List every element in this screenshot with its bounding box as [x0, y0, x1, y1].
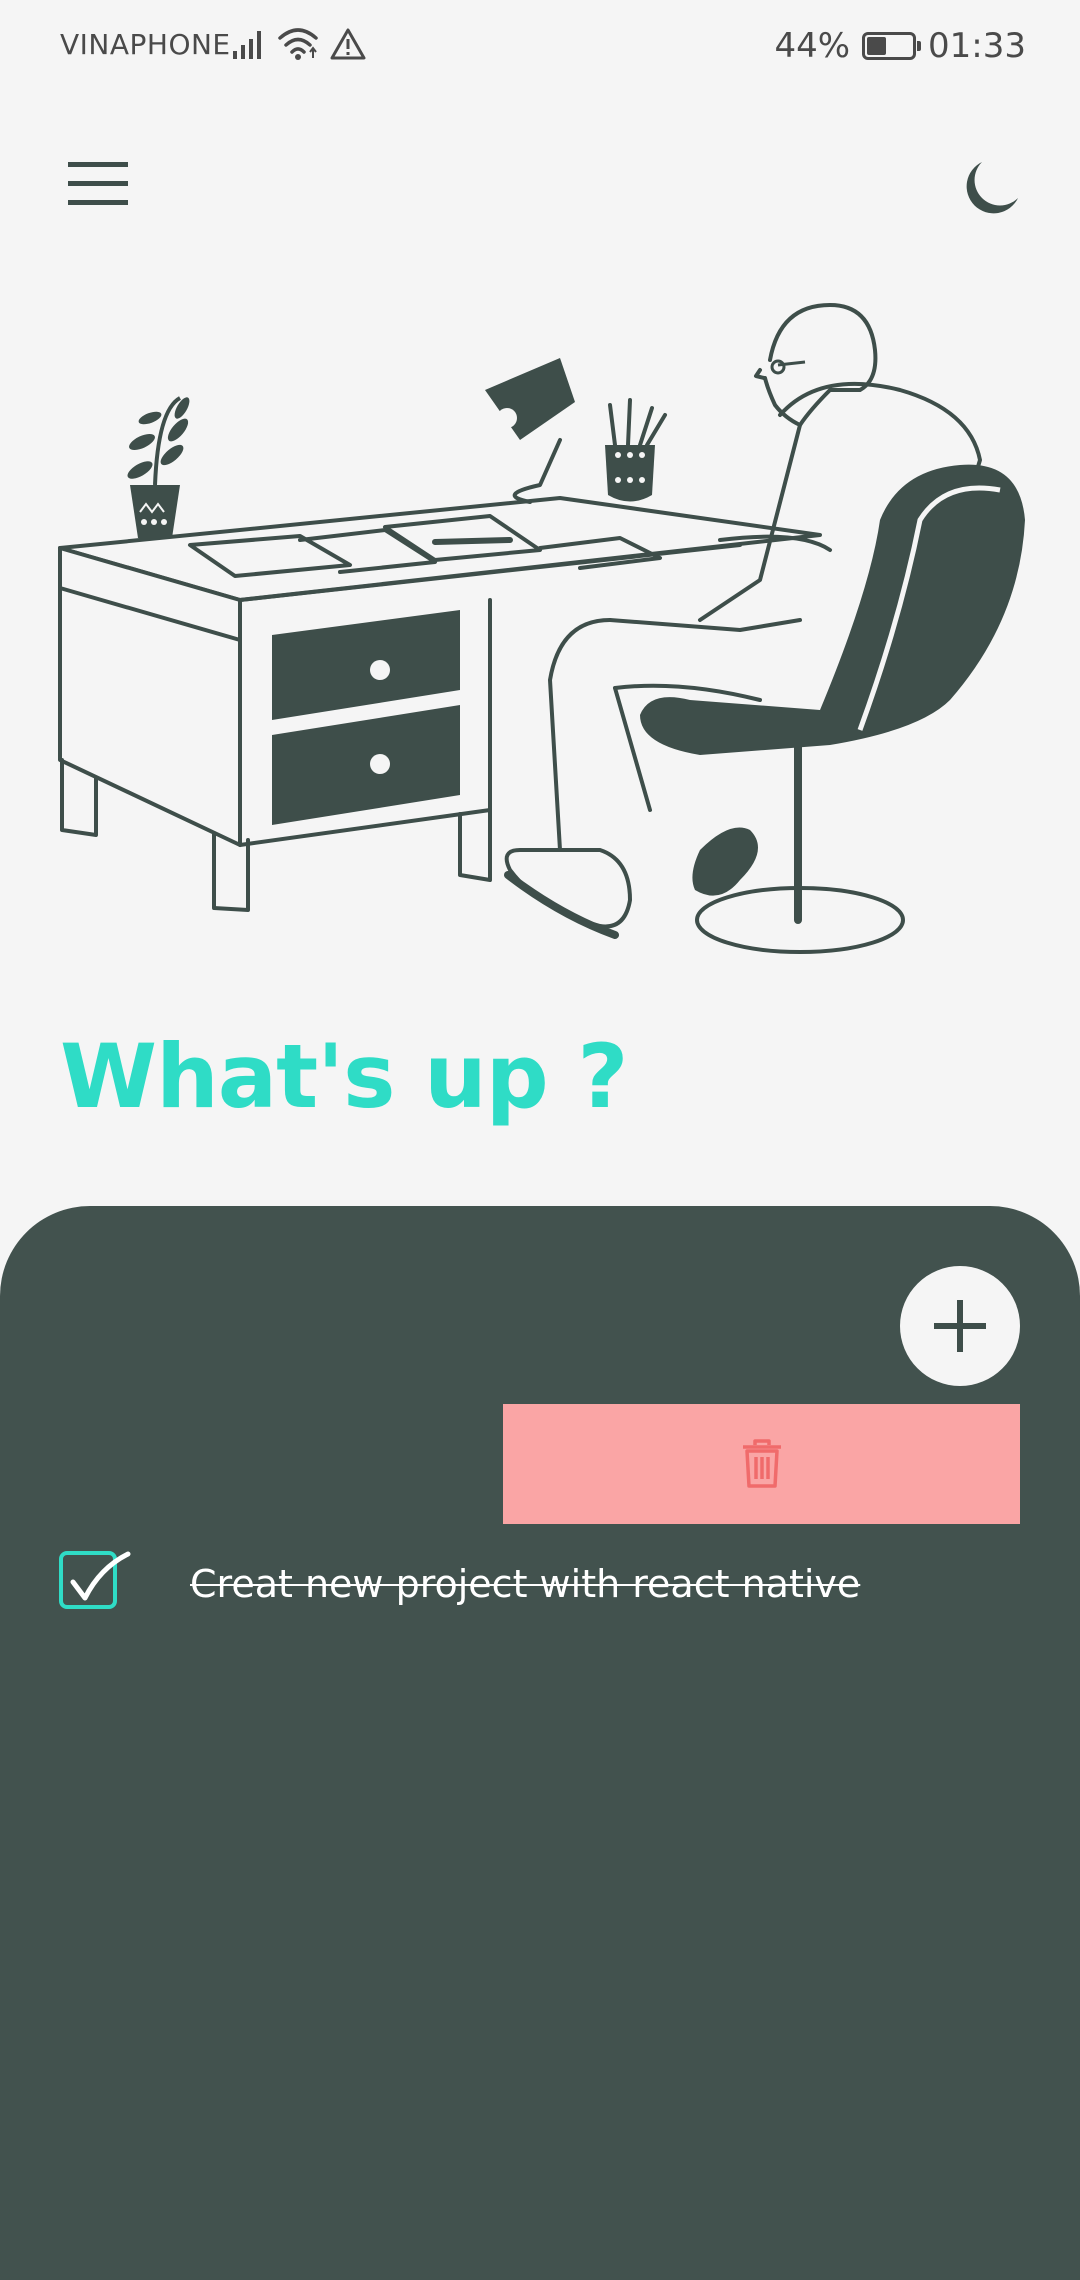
status-bar: VINAPHONE 44% 01:33: [0, 0, 1080, 90]
clock: 01:33: [928, 26, 1026, 66]
task-label: Creat new project with react native: [190, 1562, 861, 1606]
battery-icon: [862, 32, 922, 60]
page-title: What's up ?: [60, 1025, 628, 1128]
signal-icon: [233, 31, 261, 59]
alert-icon: [330, 28, 366, 60]
task-checkbox[interactable]: [58, 1548, 132, 1622]
wifi-icon: [278, 28, 318, 60]
plus-icon: [934, 1300, 986, 1352]
battery-level: [867, 37, 887, 55]
hamburger-menu-icon: [68, 162, 128, 205]
delete-task-button[interactable]: [503, 1404, 1020, 1524]
trash-icon: [742, 1439, 781, 1488]
moon-icon: [966, 162, 1018, 214]
workspace-illustration: [58, 303, 1025, 954]
task-item[interactable]: Creat new project with react native: [58, 1548, 1038, 1622]
theme-toggle-button[interactable]: [958, 158, 1024, 220]
add-task-button[interactable]: [900, 1266, 1020, 1386]
menu-button[interactable]: [64, 158, 138, 210]
battery-percent: 44%: [774, 26, 851, 66]
status-right: 44% 01:33: [774, 24, 1026, 68]
status-icons: [232, 24, 366, 64]
checkmark-icon: [59, 1551, 131, 1609]
carrier-name: VINAPHONE: [60, 28, 231, 61]
